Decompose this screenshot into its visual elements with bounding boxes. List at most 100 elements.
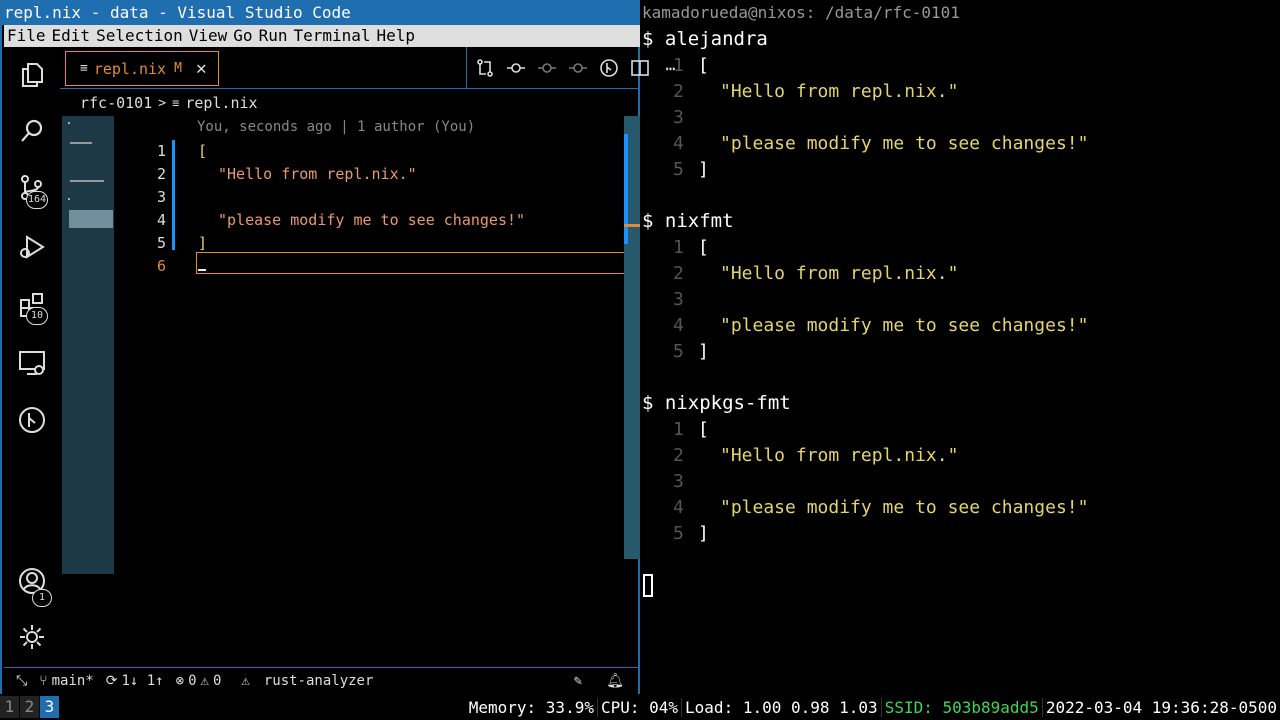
sync-icon: ⟳ [105,673,118,689]
minimap-mark [68,198,70,200]
open-changes-icon[interactable] [472,56,497,81]
workspace-2[interactable]: 2 [20,696,39,718]
terminal-line-number: 5 [673,159,684,180]
activity-bar: 164 10 1 [4,47,60,667]
scrollbar-change-marker [624,134,628,244]
workspace-3[interactable]: 3 [40,696,59,718]
terminal-output-line: "please modify me to see changes!" [720,497,1089,518]
terminal-line-number: 3 [673,471,684,492]
terminal-line-number: 1 [673,419,684,440]
terminal-line-number: 4 [673,133,684,154]
terminal-cursor [643,574,653,597]
terminal-output-line: ] [698,523,709,544]
git-graph-icon[interactable] [4,392,60,448]
run-debug-icon[interactable] [4,219,60,275]
extensions-badge: 10 [26,307,48,325]
source-control-badge: 164 [26,191,48,209]
code-line-2[interactable]: "Hello from repl.nix." [218,165,417,183]
workspace-1[interactable]: 1 [0,696,19,718]
warning-icon: ⚠ [241,673,250,689]
vertical-scrollbar[interactable] [624,116,640,559]
close-icon[interactable]: ✕ [196,58,207,79]
minimap-mark [70,180,104,182]
terminal-line-number: 4 [673,315,684,336]
terminal-output-line: ] [698,159,709,180]
terminal-prompt: $ alejandra [642,28,768,50]
scrollbar-cursor-marker [624,224,640,227]
line-number: 1 [156,142,166,160]
terminal-line-number: 3 [673,107,684,128]
terminal-output-line: ] [698,341,709,362]
line-number: 3 [156,188,166,206]
minimap[interactable] [62,116,114,574]
extensions-icon[interactable]: 10 [4,277,60,333]
menu-selection[interactable]: Selection [93,25,186,47]
accounts-icon[interactable]: 1 [4,553,60,609]
terminal-title: kamadorueda@nixos: /data/rfc-0101 [640,0,1280,25]
tab-repl-nix[interactable]: ≡ repl.nix M ✕ [65,51,219,86]
terminal-line-number: 4 [673,497,684,518]
terminal-output-line: "Hello from repl.nix." [720,81,959,102]
memory-status: Memory: 33.9% [468,697,594,717]
problems-item[interactable]: ⊗ 0 ⚠ 0 [176,673,222,689]
terminal[interactable]: $ alejandra 1 [ 2 "Hello from repl.nix."… [640,25,1280,695]
terminal-output-line: "Hello from repl.nix." [720,445,959,466]
terminal-line-number: 1 [673,55,684,76]
file-icon: ≡ [80,61,88,76]
terminal-output-line: "please modify me to see changes!" [720,315,1089,336]
minimap-mark [70,142,92,144]
explorer-icon[interactable] [4,47,60,103]
tab-bar: ≡ repl.nix M ✕ ⋯ [60,47,675,89]
breadcrumb: rfc-0101 > ≡ repl.nix [80,92,258,114]
notifications-bell-icon[interactable]: 🔔︎ [606,673,624,689]
code-line-4[interactable]: "please modify me to see changes!" [218,211,525,229]
current-line-highlight [196,252,639,274]
code-line-5[interactable]: ] [198,234,207,252]
line-number: 4 [156,211,166,229]
sync-item[interactable]: ⟳ 1↓ 1↑ [106,673,164,689]
menu-bar: File Edit Selection View Go Run Terminal… [4,25,640,47]
terminal-line-number: 1 [673,237,684,258]
status-bar: ⤡ ⑂ main* ⟳ 1↓ 1↑ ⊗ 0 ⚠ 0 ⚠ rust-analyze… [4,667,640,694]
source-control-icon[interactable]: 164 [4,159,60,215]
commit-icon[interactable] [534,56,559,81]
cpu-status: CPU: 04% [596,697,681,717]
line-number-active: 6 [156,257,166,275]
terminal-output-line: [ [698,55,709,76]
manage-gear-icon[interactable] [4,609,60,665]
previous-change-icon[interactable] [503,56,528,81]
warning-count: 0 [212,673,222,689]
tab-divider [466,47,467,89]
accounts-badge: 1 [32,589,52,607]
vscode-window: repl.nix - data - Visual Studio Code Fil… [0,0,675,694]
breadcrumb-file[interactable]: repl.nix [185,94,257,112]
lsp-name: rust-analyzer [263,673,374,689]
chevron-right-icon: > [158,95,167,111]
git-graph-action-icon[interactable] [596,56,621,81]
terminal-line-number: 5 [673,341,684,362]
remote-icon[interactable]: ⤡ [16,673,27,689]
terminal-output-line: [ [698,419,709,440]
search-icon[interactable] [4,103,60,159]
menu-terminal[interactable]: Terminal [290,25,373,47]
terminal-line-number: 2 [673,81,684,102]
remote-explorer-icon[interactable] [4,335,60,391]
minimap-slider[interactable] [69,210,113,228]
feedback-icon[interactable]: ✎ [574,673,582,689]
menu-file[interactable]: File [4,25,49,47]
git-change-indicator[interactable] [172,140,175,250]
breadcrumb-folder[interactable]: rfc-0101 [80,94,152,112]
menu-go[interactable]: Go [230,25,255,47]
line-number: 5 [156,234,166,252]
next-change-icon[interactable] [565,56,590,81]
lsp-item[interactable]: ⚠ rust-analyzer [241,673,373,689]
code-line-1[interactable]: [ [198,142,207,160]
menu-view[interactable]: View [186,25,231,47]
menu-edit[interactable]: Edit [49,25,94,47]
branch-item[interactable]: ⑂ main* [39,673,94,689]
menu-run[interactable]: Run [256,25,291,47]
terminal-output-line: "please modify me to see changes!" [720,133,1089,154]
blame-annotation: You, seconds ago | 1 author (You) [197,119,476,135]
minimap-mark [68,122,70,124]
menu-help[interactable]: Help [374,25,419,47]
